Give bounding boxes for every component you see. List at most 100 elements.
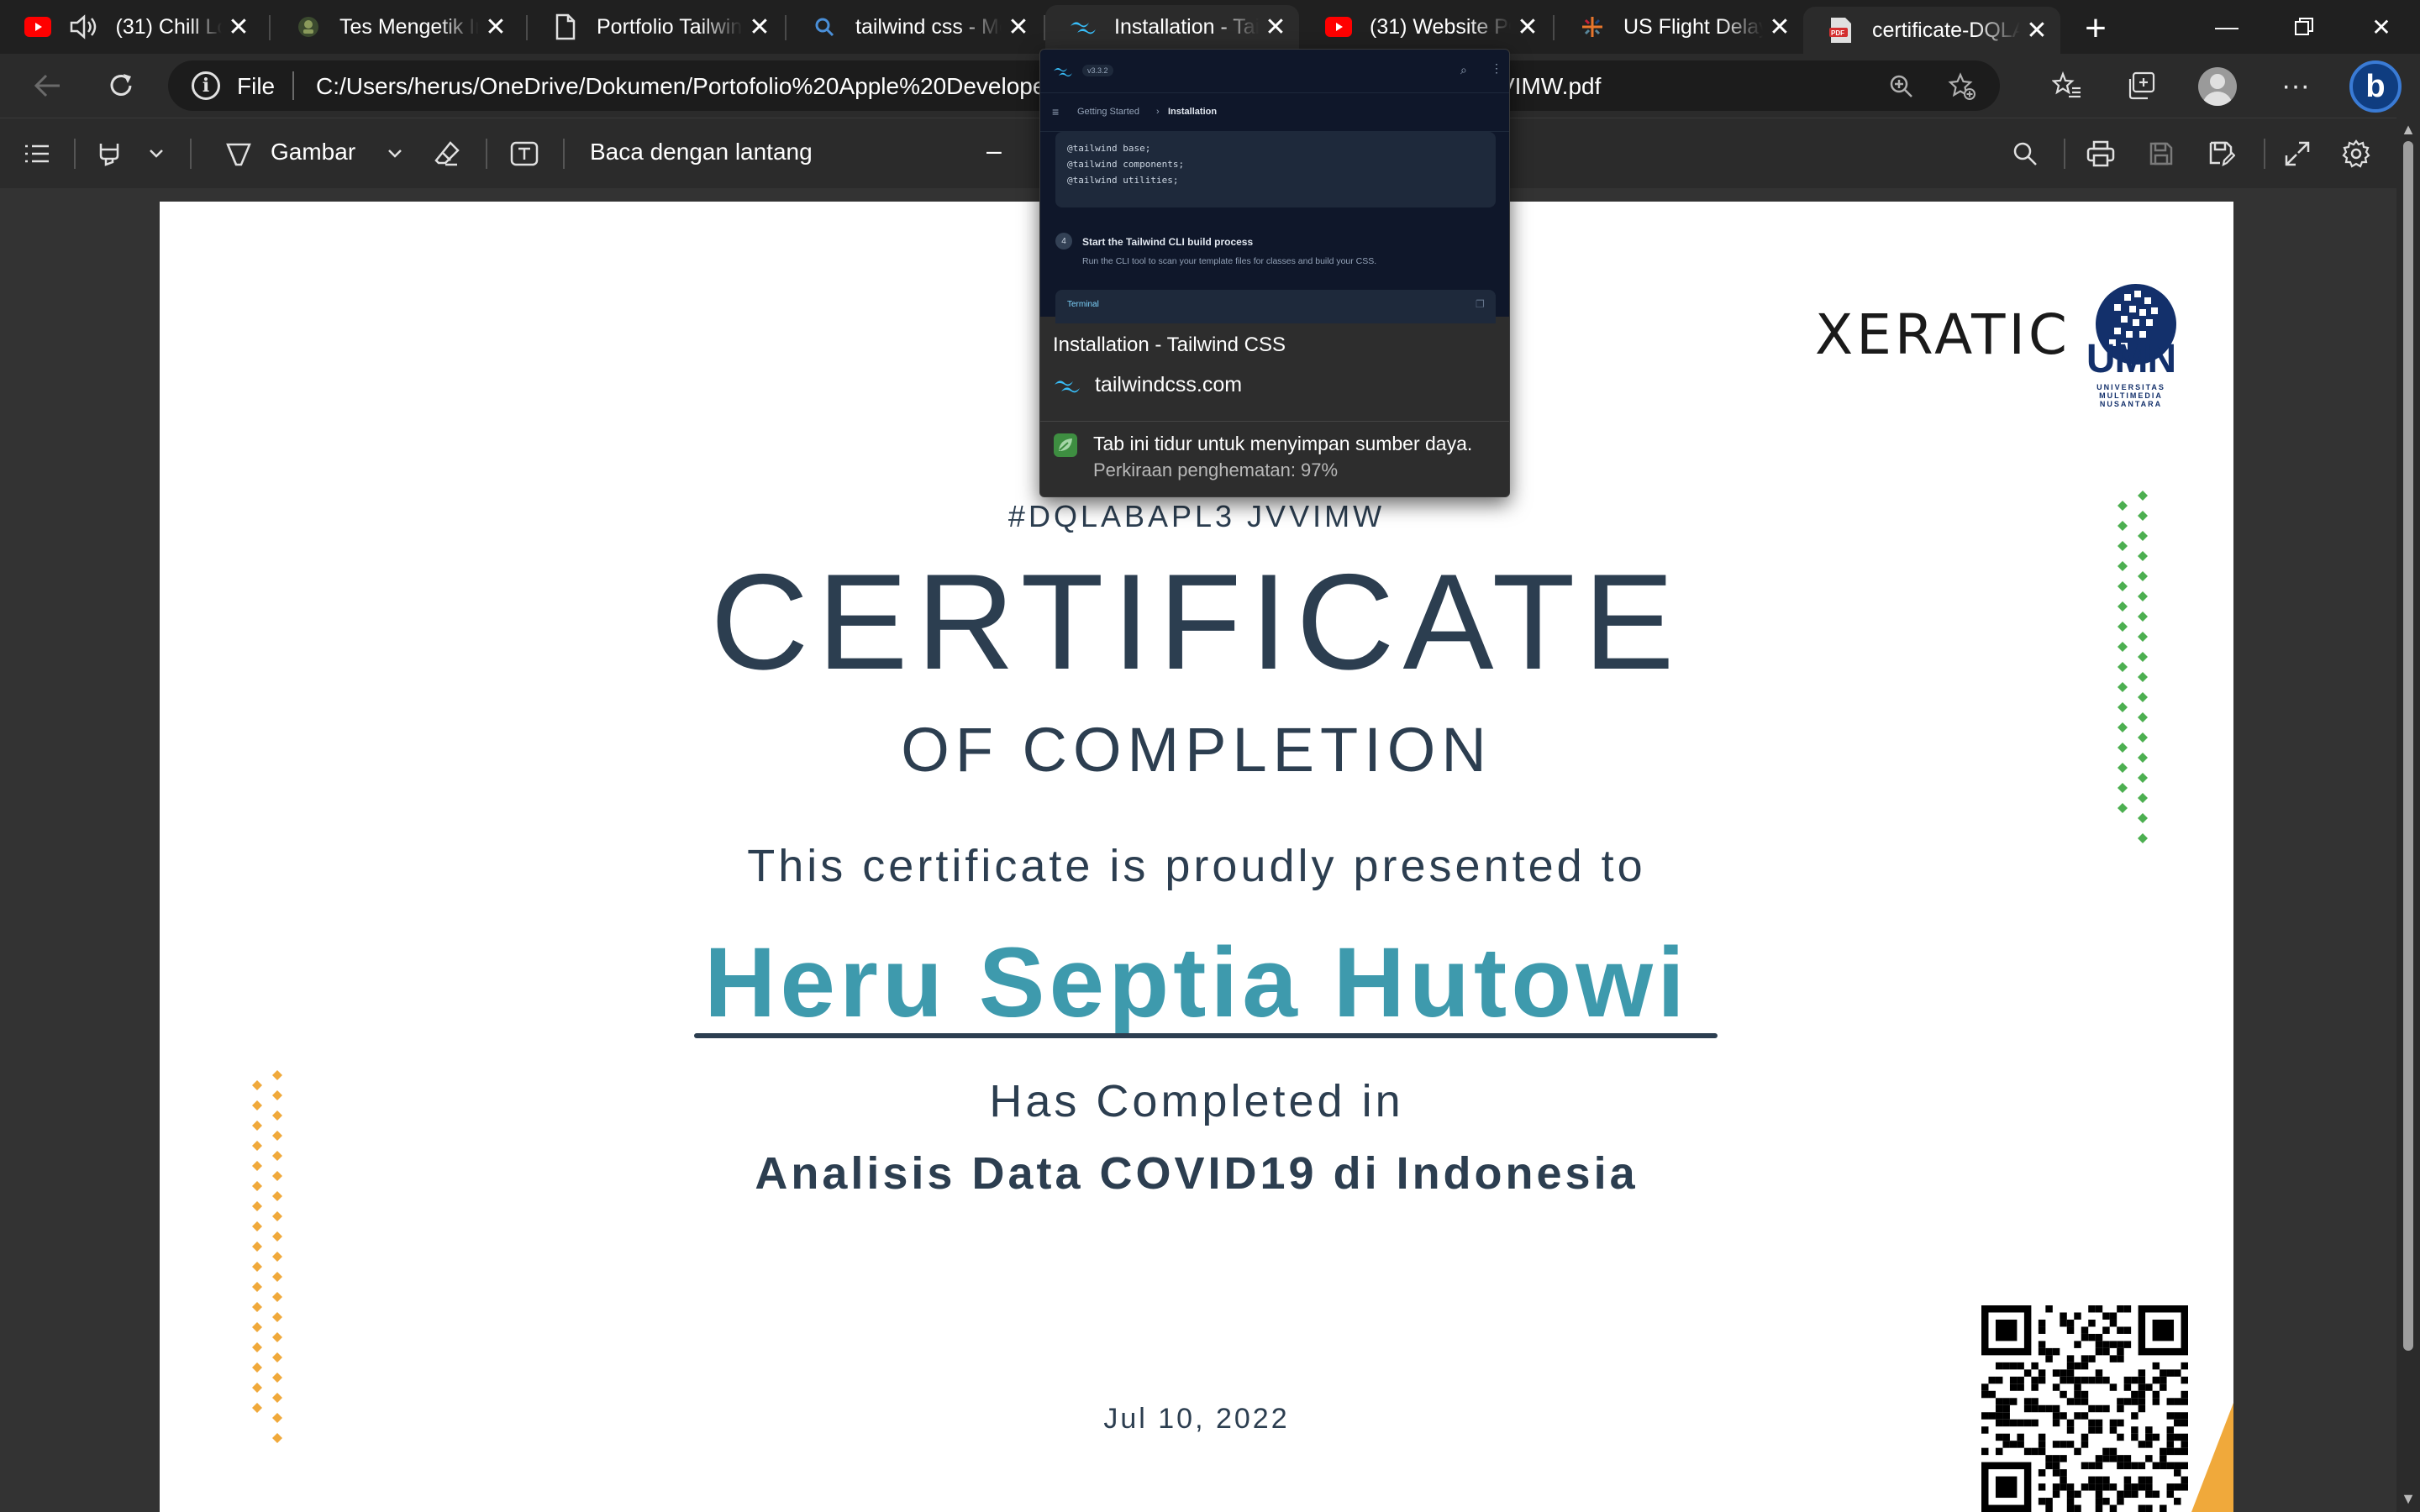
tab-hover-card: v3.3.2 ⌕ ⋮ ≡ Getting Started › Installat… — [1039, 49, 1510, 497]
close-icon[interactable]: ✕ — [1002, 10, 1035, 44]
tab-preview-thumbnail: v3.3.2 ⌕ ⋮ ≡ Getting Started › Installat… — [1040, 50, 1509, 323]
qr-module — [2109, 1419, 2118, 1427]
tab-title: (31) Chill Lo — [115, 14, 222, 39]
qr-module — [2181, 1362, 2188, 1370]
tab-title: certificate-DQLA — [1872, 18, 2020, 42]
draw-icon[interactable] — [220, 135, 257, 172]
eraser-icon[interactable] — [429, 135, 466, 172]
qr-module — [2002, 1398, 2010, 1405]
copy-icon: ❐ — [1476, 298, 1485, 310]
decoration-dot — [272, 1373, 282, 1383]
name-underline — [694, 1033, 1718, 1038]
qr-module — [2123, 1376, 2132, 1384]
restore-button[interactable] — [2265, 0, 2343, 54]
decoration-dot — [272, 1312, 282, 1322]
close-icon[interactable]: ✕ — [1763, 10, 1797, 44]
qr-module — [2102, 1447, 2110, 1456]
tab-typing-test[interactable]: Tes Mengetik In ✕ — [271, 5, 519, 49]
tab-portfolio[interactable]: Portfolio Tailwin ✕ — [528, 5, 783, 49]
contents-list-icon[interactable] — [18, 135, 55, 172]
save-icon[interactable] — [2143, 135, 2180, 172]
zoom-icon[interactable] — [1886, 71, 1918, 102]
tab-chill-lofi[interactable]: (31) Chill Lo ✕ — [0, 5, 262, 49]
search-icon[interactable] — [2007, 135, 2044, 172]
qr-module — [2095, 1455, 2103, 1462]
search-icon: ⌕ — [1460, 63, 1467, 76]
qr-module — [2102, 1347, 2110, 1356]
decoration-dot — [252, 1362, 262, 1373]
minimize-button[interactable]: — — [2188, 0, 2265, 54]
read-aloud-button[interactable]: Baca dengan lantang — [590, 139, 813, 165]
qr-module — [2138, 1476, 2146, 1484]
qr-module — [2081, 1412, 2089, 1420]
url-text[interactable]: C:/Users/herus/OneDrive/Dokumen/Portofol… — [316, 73, 1045, 100]
back-arrow-icon[interactable] — [27, 66, 67, 106]
qr-module — [2060, 1455, 2067, 1462]
collections-icon[interactable] — [2121, 66, 2161, 106]
scrollbar[interactable]: ▲ ▼ — [2396, 118, 2420, 1512]
decoration-dot — [272, 1211, 282, 1221]
scrollbar-thumb[interactable] — [2403, 141, 2413, 1351]
close-window-button[interactable]: ✕ — [2343, 0, 2420, 54]
decoration-dot — [2118, 803, 2128, 813]
qr-module — [2038, 1404, 2046, 1413]
close-icon[interactable]: ✕ — [479, 10, 513, 44]
step-number: 4 — [1055, 233, 1072, 249]
zoom-out-button[interactable]: – — [986, 135, 1002, 166]
qr-module — [1988, 1412, 1996, 1420]
scroll-down-arrow-icon[interactable]: ▼ — [2400, 1490, 2417, 1508]
qr-module — [2038, 1469, 2046, 1477]
qr-module — [2145, 1490, 2153, 1499]
qr-module — [2102, 1404, 2110, 1413]
settings-gear-icon[interactable] — [2338, 135, 2375, 172]
qr-module — [2081, 1390, 2089, 1399]
qr-module — [2152, 1462, 2160, 1470]
profile-avatar[interactable] — [2198, 67, 2237, 106]
qr-module — [2017, 1376, 2024, 1384]
text-box-icon[interactable] — [506, 135, 543, 172]
chevron-down-icon[interactable] — [138, 135, 175, 172]
draw-label[interactable]: Gambar — [271, 139, 355, 165]
close-icon[interactable]: ✕ — [1259, 10, 1292, 44]
close-icon[interactable]: ✕ — [222, 10, 255, 44]
close-icon[interactable]: ✕ — [2020, 13, 2054, 47]
qr-module — [1995, 1447, 2003, 1456]
qr-module — [2160, 1376, 2167, 1384]
qr-module — [2138, 1383, 2146, 1391]
speaker-icon[interactable] — [69, 13, 101, 41]
tab-certificate[interactable]: PDF certificate-DQLA ✕ — [1803, 7, 2060, 54]
qr-module — [1988, 1390, 1996, 1399]
close-icon[interactable]: ✕ — [1511, 10, 1544, 44]
qr-module — [2145, 1441, 2153, 1448]
qr-module — [2138, 1376, 2146, 1384]
more-options-icon[interactable]: ··· — [2275, 66, 2316, 106]
print-icon[interactable] — [2082, 135, 2119, 172]
qr-module — [2031, 1362, 2039, 1370]
url-text-tail[interactable]: VIMW.pdf — [1499, 73, 1601, 100]
chevron-down-icon[interactable] — [376, 135, 413, 172]
tab-us-flight-delay[interactable]: US Flight Delay | ✕ — [1555, 5, 1803, 49]
scroll-up-arrow-icon[interactable]: ▲ — [2400, 121, 2417, 139]
tab-tailwind-installation[interactable]: Installation - Tail ✕ — [1045, 5, 1299, 49]
qr-module — [2066, 1483, 2075, 1491]
new-tab-button[interactable]: + — [2075, 8, 2116, 49]
certificate-title: CERTIFICATE — [710, 546, 1683, 698]
bing-copilot-icon[interactable]: b — [2349, 60, 2402, 113]
favorites-icon[interactable] — [2047, 66, 2087, 106]
info-icon[interactable]: i — [192, 71, 220, 100]
qr-module — [2009, 1383, 2018, 1391]
qr-module — [1995, 1404, 2003, 1413]
qr-module — [2166, 1462, 2175, 1470]
highlight-icon[interactable] — [91, 135, 128, 172]
tab-website-po[interactable]: (31) Website PO ✕ — [1301, 5, 1551, 49]
save-as-icon[interactable] — [2203, 135, 2240, 172]
decoration-dot — [272, 1252, 282, 1262]
qr-module — [2023, 1419, 2032, 1427]
refresh-icon[interactable] — [101, 66, 141, 106]
qr-module — [2138, 1441, 2146, 1448]
close-icon[interactable]: ✕ — [743, 10, 776, 44]
tab-tailwind-search[interactable]: tailwind css - Me ✕ — [786, 5, 1042, 49]
add-favorite-icon[interactable] — [1946, 71, 1978, 102]
qr-module — [2145, 1455, 2153, 1462]
fullscreen-icon[interactable] — [2279, 135, 2316, 172]
